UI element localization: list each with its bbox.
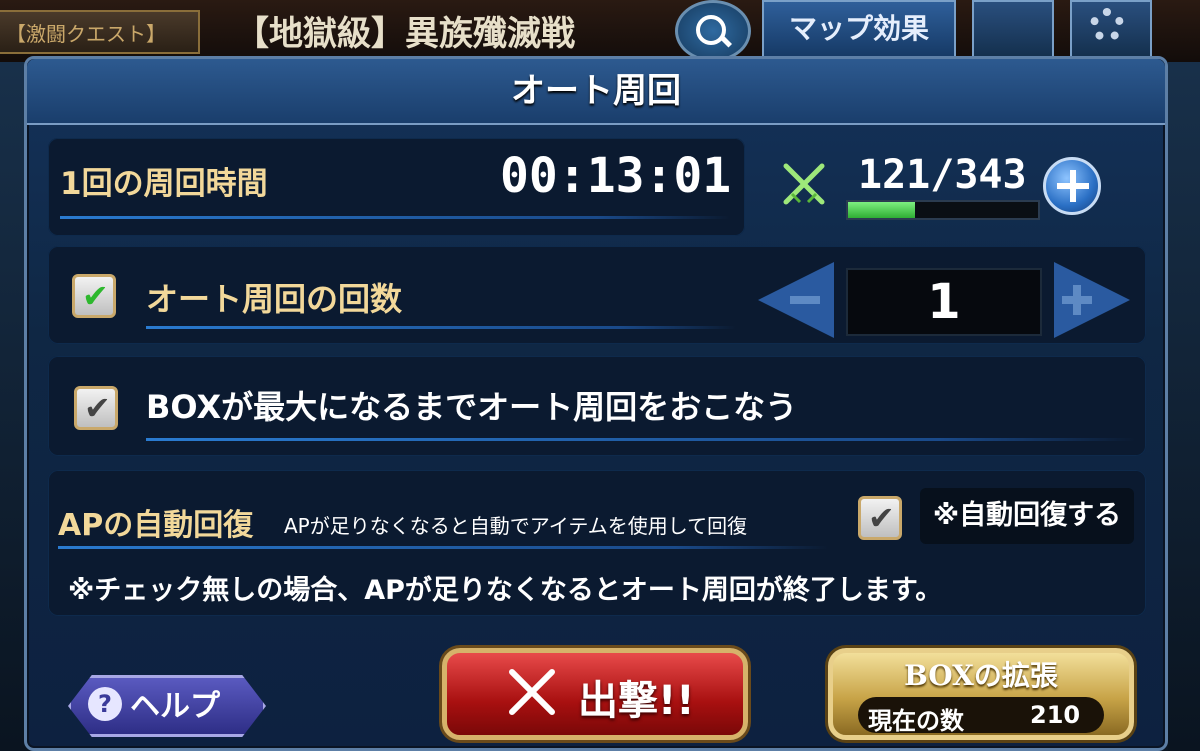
stamina-plus-icon[interactable] bbox=[1043, 157, 1101, 215]
loop-time-label: 1回の周回時間 bbox=[60, 166, 268, 202]
loop-time-row: 1回の周回時間 00:13:01 bbox=[48, 138, 745, 236]
stamina-bar bbox=[846, 200, 1040, 220]
auto-count-label: オート周回の回数 bbox=[146, 280, 403, 318]
background-right-edge bbox=[1168, 62, 1200, 751]
row-underline bbox=[146, 438, 1136, 441]
auto-count-checkbox[interactable]: ✔ bbox=[72, 274, 116, 318]
box-count-label: 現在の数 bbox=[868, 707, 964, 735]
ap-recovery-row: APの自動回復 APが足りなくなると自動でアイテムを使用して回復 ✔ ※自動回復… bbox=[48, 470, 1146, 616]
crossed-swords-icon bbox=[783, 163, 825, 205]
map-effect-button[interactable]: マップ効果 bbox=[762, 0, 956, 58]
settings-button[interactable] bbox=[1070, 0, 1152, 58]
loop-time-value: 00:13:01 bbox=[500, 148, 732, 204]
gear-icon bbox=[1090, 8, 1124, 42]
checkmark-icon: ✔ bbox=[82, 277, 109, 315]
crossed-swords-icon bbox=[509, 669, 555, 715]
dialog-title: オート周回 bbox=[511, 71, 681, 111]
until-box-full-label: BOXが最大になるまでオート周回をおこなう bbox=[146, 388, 798, 426]
auto-recovery-tag: ※自動回復する bbox=[920, 488, 1134, 544]
checkmark-icon: ✔ bbox=[868, 499, 895, 537]
question-icon: ? bbox=[88, 687, 122, 721]
row-underline bbox=[146, 326, 736, 329]
ap-recovery-note: ※チェック無しの場合、APが足りなくなるとオート周回が終了します。 bbox=[68, 575, 943, 606]
sortie-button-label: 出撃!! bbox=[578, 678, 695, 724]
box-expand-title: BOXの拡張 bbox=[904, 659, 1058, 692]
until-box-full-checkbox[interactable]: ✔ bbox=[74, 386, 118, 430]
plus-icon-vertical bbox=[1073, 285, 1081, 315]
minus-icon bbox=[790, 296, 820, 304]
stamina-bar-fill bbox=[848, 202, 916, 218]
formation-button[interactable] bbox=[972, 0, 1054, 58]
search-icon-handle bbox=[719, 35, 733, 48]
stamina-value: 121/343 bbox=[858, 152, 1027, 198]
until-box-full-row: ✔ BOXが最大になるまでオート周回をおこなう bbox=[48, 356, 1146, 456]
row-underline bbox=[58, 546, 828, 549]
row-underline bbox=[60, 216, 730, 219]
auto-count-value: 1 bbox=[846, 268, 1042, 336]
ap-recovery-description: APが足りなくなると自動でアイテムを使用して回復 bbox=[284, 514, 748, 538]
search-button[interactable] bbox=[675, 0, 751, 62]
ap-recovery-label: APの自動回復 bbox=[58, 508, 254, 543]
box-count-value: 210 bbox=[1030, 701, 1081, 729]
quest-title: 【地獄級】異族殲滅戦 bbox=[235, 14, 575, 54]
help-button-label: ヘルプ bbox=[130, 689, 220, 724]
ap-recovery-checkbox[interactable]: ✔ bbox=[858, 496, 902, 540]
checkmark-icon: ✔ bbox=[84, 389, 111, 427]
quest-category-tag: 【激闘クエスト】 bbox=[0, 10, 200, 54]
